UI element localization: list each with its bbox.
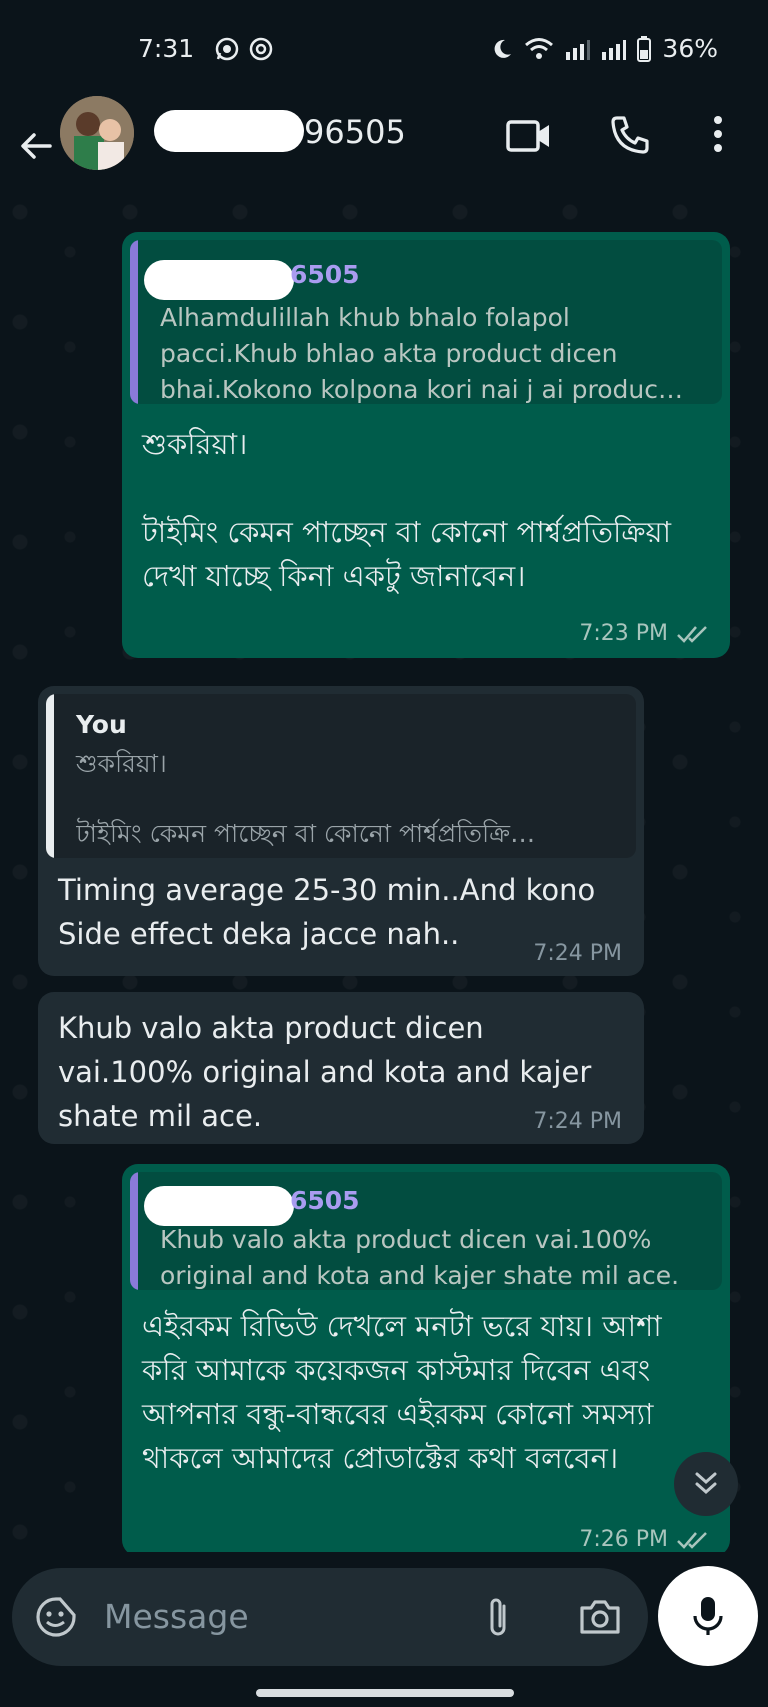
quote-line-2: টাইমিং কেমন পাচ্ছেন বা কোনো পার্শ্বপ্রতি… xyxy=(76,819,536,848)
quote-sender: You xyxy=(76,710,127,739)
voice-record-button[interactable] xyxy=(658,1566,758,1666)
more-options-icon[interactable] xyxy=(710,114,726,154)
message-time: 7:23 PM xyxy=(579,621,668,646)
composer-bar: Message xyxy=(0,1552,768,1707)
message-incoming[interactable]: Khub valo akta product dicen vai.100% or… xyxy=(38,992,644,1144)
redacted-quote-name xyxy=(144,260,294,300)
quote-accent-bar xyxy=(46,694,54,858)
message-meta: 7:24 PM xyxy=(533,1109,622,1134)
quote-sender: 6505 xyxy=(290,260,360,289)
message-text: শুকরিয়া। টাইমিং কেমন পাচ্ছেন বা কোনো পা… xyxy=(142,427,672,593)
read-ticks-icon xyxy=(677,625,707,643)
scroll-to-bottom-button[interactable] xyxy=(674,1452,738,1516)
voice-call-icon[interactable] xyxy=(609,114,651,156)
microphone-icon xyxy=(693,1597,723,1635)
message-meta: 7:24 PM xyxy=(533,941,622,966)
message-outgoing[interactable]: 6505 Alhamdulillah khub bhalo folapol pa… xyxy=(122,232,730,658)
quoted-message[interactable]: 6505 Alhamdulillah khub bhalo folapol pa… xyxy=(130,240,722,404)
message-meta: 7:23 PM xyxy=(579,621,710,646)
chat-area[interactable]: 6505 Alhamdulillah khub bhalo folapol pa… xyxy=(0,192,768,1552)
quote-text: Alhamdulillah khub bhalo folapol pacci.K… xyxy=(160,303,684,404)
at-notification-icon xyxy=(249,37,273,61)
message-time: 7:26 PM xyxy=(579,1527,668,1552)
home-indicator xyxy=(256,1689,514,1697)
quote-accent-bar xyxy=(130,240,138,404)
read-ticks-icon xyxy=(677,1531,707,1549)
status-time: 7:31 xyxy=(138,34,195,63)
signal-icon-1 xyxy=(566,39,591,60)
quote-sender: 6505 xyxy=(290,1186,360,1215)
notification-icons xyxy=(214,36,274,62)
message-time: 7:24 PM xyxy=(533,941,622,966)
signal-icon-2 xyxy=(602,39,627,60)
message-text: এইরকম রিভিউ দেখলে মনটা ভরে যায়। আশা করি… xyxy=(142,1309,671,1475)
do-not-disturb-moon-icon xyxy=(495,39,512,58)
message-meta: 7:26 PM xyxy=(579,1527,710,1552)
wifi-icon xyxy=(525,37,554,59)
contact-avatar[interactable] xyxy=(60,96,134,170)
system-icons: 36% xyxy=(490,34,718,63)
double-chevron-down-icon xyxy=(695,1472,717,1495)
quote-accent-bar xyxy=(130,1172,138,1290)
message-input-container[interactable]: Message xyxy=(12,1568,648,1666)
sticker-emoji-icon[interactable] xyxy=(34,1595,78,1639)
redacted-quote-name xyxy=(144,1186,294,1226)
status-bar: 7:31 36% xyxy=(0,0,768,100)
battery-icon xyxy=(637,35,652,62)
whatsapp-notification-icon xyxy=(215,37,239,61)
message-input[interactable]: Message xyxy=(104,1597,249,1636)
battery-percentage: 36% xyxy=(662,34,718,63)
contact-name[interactable]: 96505 xyxy=(304,113,406,151)
quoted-message[interactable]: 6505 Khub valo akta product dicen vai.10… xyxy=(130,1172,722,1290)
video-call-icon[interactable] xyxy=(506,118,552,154)
camera-icon[interactable] xyxy=(578,1598,622,1636)
message-time: 7:24 PM xyxy=(533,1109,622,1134)
message-outgoing[interactable]: 6505 Khub valo akta product dicen vai.10… xyxy=(122,1164,730,1552)
quote-text: Khub valo akta product dicen vai.100% or… xyxy=(160,1225,680,1290)
quote-line-1: শুকরিয়া। xyxy=(76,749,167,778)
attachment-paperclip-icon[interactable] xyxy=(484,1596,514,1640)
redacted-contact-name xyxy=(154,110,304,152)
message-incoming[interactable]: You শুকরিয়া। টাইমিং কেমন পাচ্ছেন বা কোন… xyxy=(38,686,644,976)
back-arrow-icon[interactable] xyxy=(16,126,56,166)
quoted-message[interactable]: You শুকরিয়া। টাইমিং কেমন পাচ্ছেন বা কোন… xyxy=(46,694,636,858)
